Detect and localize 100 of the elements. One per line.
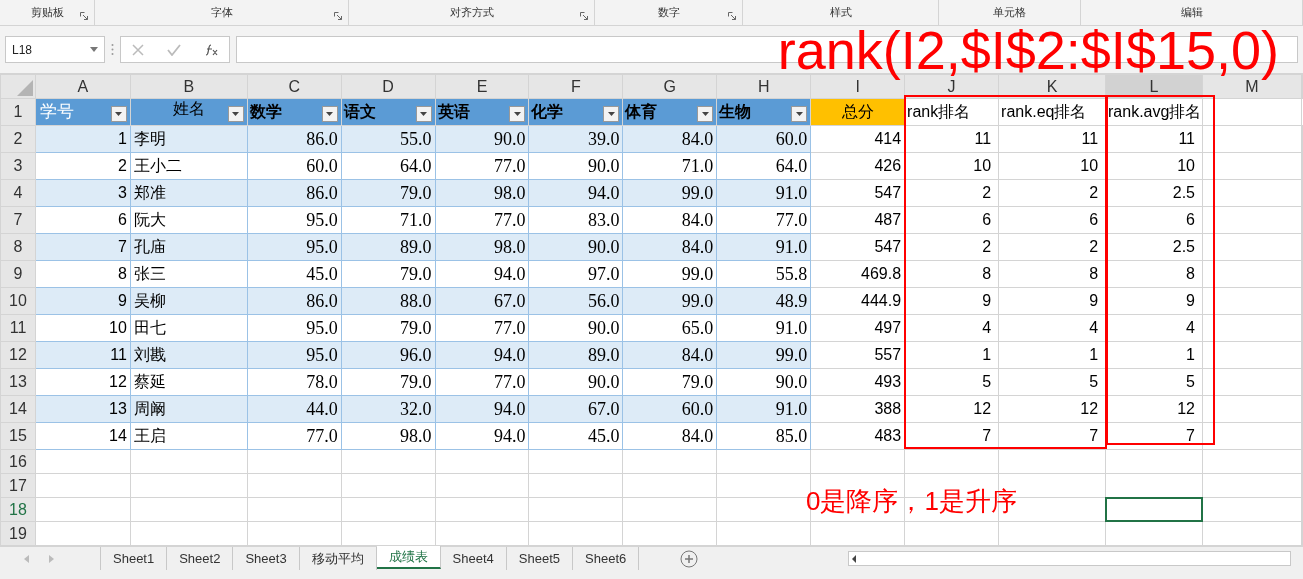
table-cell: 95.0 (247, 341, 342, 369)
table-cell: 547 (810, 179, 905, 207)
table-cell: 2 (998, 233, 1106, 261)
table-cell: 48.9 (716, 287, 811, 315)
table-cell: 90.0 (528, 314, 623, 342)
caret-icon (90, 47, 98, 52)
row-header[interactable]: 11 (0, 314, 36, 342)
ribbon-group-label: 对齐方式 (449, 5, 494, 21)
table-cell: 13 (35, 395, 131, 423)
filter-dropdown-button[interactable] (227, 106, 244, 122)
table-cell: 10 (35, 314, 131, 342)
table-cell: 5 (904, 368, 999, 396)
table-cell: 90.0 (435, 125, 529, 153)
row-header[interactable]: 15 (0, 422, 36, 450)
table-cell: 9 (35, 287, 131, 315)
check-icon[interactable] (167, 43, 181, 56)
row-header[interactable]: 9 (0, 260, 36, 288)
table-cell: 79.0 (622, 368, 717, 396)
horizontal-scrollbar[interactable] (848, 551, 1291, 566)
function-icon[interactable] (203, 43, 218, 56)
column-header[interactable]: K (998, 74, 1106, 99)
table-cell: 91.0 (716, 233, 811, 261)
table-cell: 2 (35, 152, 131, 180)
table-cell: 99.0 (622, 287, 717, 315)
column-header[interactable]: G (622, 74, 717, 99)
table-cell: 388 (810, 395, 905, 423)
row-header[interactable]: 16 (0, 449, 36, 474)
row-header[interactable]: 10 (0, 287, 36, 315)
dialog-launcher-icon[interactable] (80, 12, 88, 20)
name-box[interactable]: L18 (5, 36, 105, 63)
table-cell: 91.0 (716, 314, 811, 342)
filter-dropdown-button[interactable] (697, 106, 714, 122)
table-cell: 吴柳 (130, 287, 248, 315)
row-header[interactable]: 8 (0, 233, 36, 261)
column-header[interactable]: F (528, 74, 623, 99)
caret-icon (232, 112, 240, 116)
filter-dropdown-button[interactable] (110, 106, 127, 122)
dialog-launcher-icon[interactable] (334, 12, 342, 20)
row-header[interactable]: 12 (0, 341, 36, 369)
selected-cell[interactable] (1105, 497, 1203, 522)
table-cell: 97.0 (528, 260, 623, 288)
table-cell: 557 (810, 341, 905, 369)
row-header[interactable]: 14 (0, 395, 36, 423)
sheet-tab[interactable]: 成绩表 (376, 546, 441, 569)
table-cell: 12 (35, 368, 131, 396)
add-sheet-icon[interactable] (680, 549, 699, 568)
row-header[interactable]: 4 (0, 179, 36, 207)
caret-icon (795, 112, 803, 116)
column-title: 体育 (623, 103, 658, 120)
table-cell: 44.0 (247, 395, 342, 423)
filter-dropdown-button[interactable] (791, 106, 808, 122)
table-cell: 李明 (130, 125, 248, 153)
row-header[interactable]: 18 (0, 497, 36, 522)
table-cell: 1 (35, 125, 131, 153)
table-cell: 98.0 (435, 233, 529, 261)
row-header[interactable]: 7 (0, 206, 36, 234)
table-cell: 孔庙 (130, 233, 248, 261)
table-cell: 77.0 (435, 368, 529, 396)
row-header[interactable]: 19 (0, 521, 36, 546)
table-cell: 95.0 (247, 233, 342, 261)
table-cell: 60.0 (622, 395, 717, 423)
table-cell: 77.0 (247, 422, 342, 450)
dialog-launcher-icon[interactable] (580, 12, 588, 20)
table-cell: 9 (998, 287, 1106, 315)
column-header[interactable]: H (716, 74, 811, 99)
table-cell: 77.0 (435, 314, 529, 342)
ribbon-group-label: 剪贴板 (30, 5, 64, 21)
filter-dropdown-button[interactable] (415, 106, 432, 122)
table-cell: 85.0 (716, 422, 811, 450)
row-header[interactable]: 3 (0, 152, 36, 180)
column-header[interactable]: B (130, 74, 248, 99)
ribbon-group-label: 单元格 (993, 5, 1026, 21)
filter-dropdown-button[interactable] (509, 106, 526, 122)
row-header[interactable]: 13 (0, 368, 36, 396)
table-cell: 77.0 (435, 206, 529, 234)
column-header[interactable]: L (1105, 74, 1203, 99)
filter-dropdown-button[interactable] (603, 106, 620, 122)
table-cell: 64.0 (716, 152, 811, 180)
table-cell: 11 (904, 125, 999, 153)
table-cell: 郑准 (130, 179, 248, 207)
table-cell: 56.0 (528, 287, 623, 315)
column-title: 总分 (841, 103, 874, 120)
table-cell: 11 (35, 341, 131, 369)
row-header[interactable]: 17 (0, 473, 36, 498)
table-cell: 79.0 (341, 368, 436, 396)
filter-dropdown-button[interactable] (321, 106, 338, 122)
dialog-launcher-icon[interactable] (728, 12, 736, 20)
ribbon-group-label: 字体 (210, 5, 233, 21)
caret-icon (326, 112, 334, 116)
column-header[interactable]: D (341, 74, 436, 99)
column-header[interactable]: C (247, 74, 342, 99)
table-cell: 98.0 (341, 422, 436, 450)
column-header[interactable]: E (435, 74, 529, 99)
table-cell: 67.0 (528, 395, 623, 423)
row-header[interactable]: 2 (0, 125, 36, 153)
row-header[interactable]: 1 (0, 98, 36, 126)
table-cell: 94.0 (435, 260, 529, 288)
table-cell: 91.0 (716, 395, 811, 423)
column-header[interactable]: A (35, 74, 131, 99)
table-cell: 55.0 (341, 125, 436, 153)
